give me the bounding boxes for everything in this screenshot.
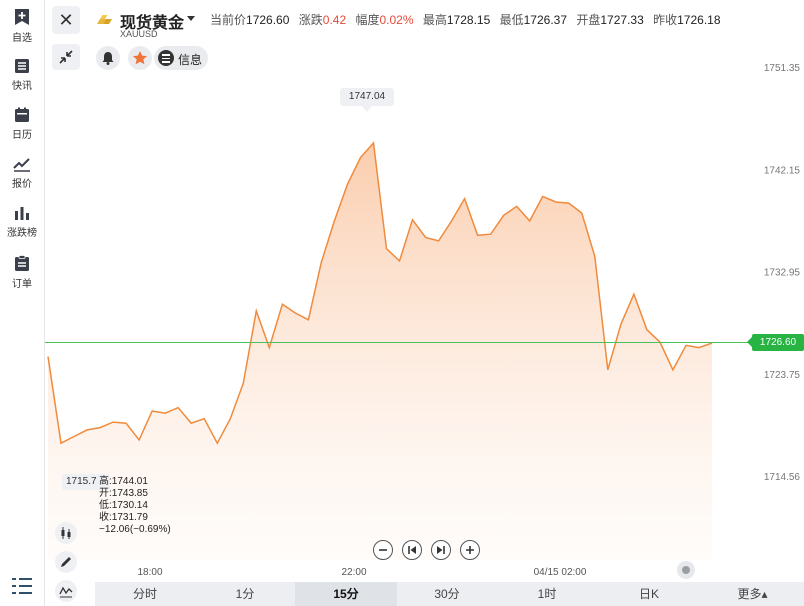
bookmark-plus-icon xyxy=(15,9,29,25)
zoom-out-icon xyxy=(379,549,387,551)
y-tick-label: 1751.35 xyxy=(764,63,801,74)
tab-1min[interactable]: 1分 xyxy=(195,582,295,606)
dot-icon xyxy=(682,566,690,574)
tab-1hour[interactable]: 1时 xyxy=(497,582,597,606)
y-tick-label: 1723.75 xyxy=(764,370,801,381)
stat-prev-close: 昨收1726.18 xyxy=(653,13,721,27)
stat-change-percent: 幅度0.02% xyxy=(355,13,414,27)
skip-back-icon xyxy=(408,546,416,554)
close-icon: ✕ xyxy=(58,10,74,30)
sidebar-item-flash-news[interactable]: 快讯 xyxy=(0,52,44,98)
info-label: 信息 xyxy=(178,53,203,67)
pencil-icon xyxy=(61,557,71,567)
stat-current-price: 当前价1726.60 xyxy=(210,13,290,27)
calendar-icon xyxy=(15,107,29,122)
stat-open: 开盘1727.33 xyxy=(576,13,644,27)
gold-bar-icon xyxy=(97,15,112,24)
sidebar-item-quotes[interactable]: 报价 xyxy=(0,150,44,196)
collapse-button[interactable] xyxy=(52,44,80,70)
draw-tool-button[interactable] xyxy=(55,551,77,573)
x-tick-label: 04/15 02:00 xyxy=(534,567,587,578)
zoom-in-icon xyxy=(466,546,474,554)
candlestick-icon xyxy=(61,527,71,539)
sidebar-item-orders[interactable]: 订单 xyxy=(0,249,44,295)
sidebar-item-label: 快讯 xyxy=(12,81,32,92)
star-icon xyxy=(132,51,148,65)
bar-rank-icon xyxy=(15,207,29,220)
tab-30min[interactable]: 30分 xyxy=(397,582,497,606)
menu-list-icon xyxy=(12,578,32,594)
current-price-tag: 1726.60 xyxy=(747,334,804,351)
ohlc-high: 高:1744.01 xyxy=(99,476,148,487)
indicator-wave-icon xyxy=(59,586,73,598)
sidebar-item-rankings[interactable]: 涨跌榜 xyxy=(0,199,44,245)
tab-daily-k[interactable]: 日K xyxy=(597,582,701,606)
sidebar-item-calendar[interactable]: 日历 xyxy=(0,101,44,147)
quote-line-icon xyxy=(13,158,30,172)
ohlc-tooltip: 高:1744.01 开:1743.85 低:1730.14 收:1731.79 … xyxy=(99,476,171,536)
scroll-right-button[interactable] xyxy=(431,540,451,560)
app-window: 1751.35 1742.15 1732.95 1723.75 1714.56 18:0… xyxy=(0,0,804,606)
scroll-to-latest-button[interactable] xyxy=(677,561,695,579)
order-clipboard-icon xyxy=(15,255,29,271)
close-button[interactable]: ✕ xyxy=(52,6,80,34)
tab-more[interactable]: 更多▴ xyxy=(701,582,804,606)
news-list-icon xyxy=(15,59,29,73)
y-tick-label: 1714.56 xyxy=(764,472,801,483)
x-axis: 18:00 22:00 04/15 02:00 xyxy=(137,567,586,578)
max-price-bubble: 1747.04 xyxy=(340,88,394,112)
stat-low: 最低1726.37 xyxy=(499,13,568,27)
scroll-left-button[interactable] xyxy=(402,540,422,560)
ohlc-open: 开:1743.85 xyxy=(99,488,148,499)
sidebar-item-label: 报价 xyxy=(12,179,32,190)
stat-high: 最高1728.15 xyxy=(422,13,491,27)
price-stats: 当前价1726.60 涨跌0.42 幅度0.02% 最高1728.15 最低17… xyxy=(210,11,727,28)
ohlc-low: 低:1730.14 xyxy=(99,500,148,511)
menu-list-button[interactable] xyxy=(11,576,33,596)
candlestick-tool-button[interactable] xyxy=(55,522,77,544)
x-tick-label: 18:00 xyxy=(137,567,162,578)
tab-15min[interactable]: 15分 xyxy=(295,582,397,606)
info-list-icon xyxy=(158,50,174,66)
sidebar-item-label: 日历 xyxy=(12,130,32,141)
alert-button[interactable] xyxy=(96,46,120,70)
sidebar-item-label: 订单 xyxy=(12,279,32,290)
ohlc-close: 收:1731.79 xyxy=(99,512,148,523)
bell-icon xyxy=(102,52,114,65)
zoom-out-button[interactable] xyxy=(373,540,393,560)
y-tick-label: 1742.15 xyxy=(764,165,801,176)
sidebar-item-label: 自选 xyxy=(12,33,32,44)
period-tabs: 分时 1分 15分 30分 1时 日K 更多▴ xyxy=(95,582,804,606)
title-dropdown-icon[interactable] xyxy=(187,16,195,21)
y-tick-label: 1732.95 xyxy=(764,268,801,279)
tab-timeshare[interactable]: 分时 xyxy=(95,582,195,606)
sidebar: 自选 快讯 日历 报价 涨跌榜 订单 xyxy=(0,0,45,606)
indicator-tool-button[interactable] xyxy=(55,580,77,602)
instrument-symbol: XAUUSD xyxy=(120,29,158,39)
sidebar-item-watchlist[interactable]: 自选 xyxy=(0,2,44,48)
favorite-button[interactable] xyxy=(128,46,152,70)
info-button[interactable]: 信息 xyxy=(154,46,208,70)
zoom-in-button[interactable] xyxy=(460,540,480,560)
skip-forward-icon xyxy=(437,546,445,554)
ohlc-change: −12.06(−0.69%) xyxy=(99,524,171,535)
x-tick-label: 22:00 xyxy=(341,567,366,578)
sidebar-item-label: 涨跌榜 xyxy=(7,228,37,239)
y-axis: 1751.35 1742.15 1732.95 1723.75 1714.56 xyxy=(764,63,801,483)
stat-change: 涨跌0.42 xyxy=(298,13,347,27)
collapse-arrows-icon xyxy=(59,50,73,64)
